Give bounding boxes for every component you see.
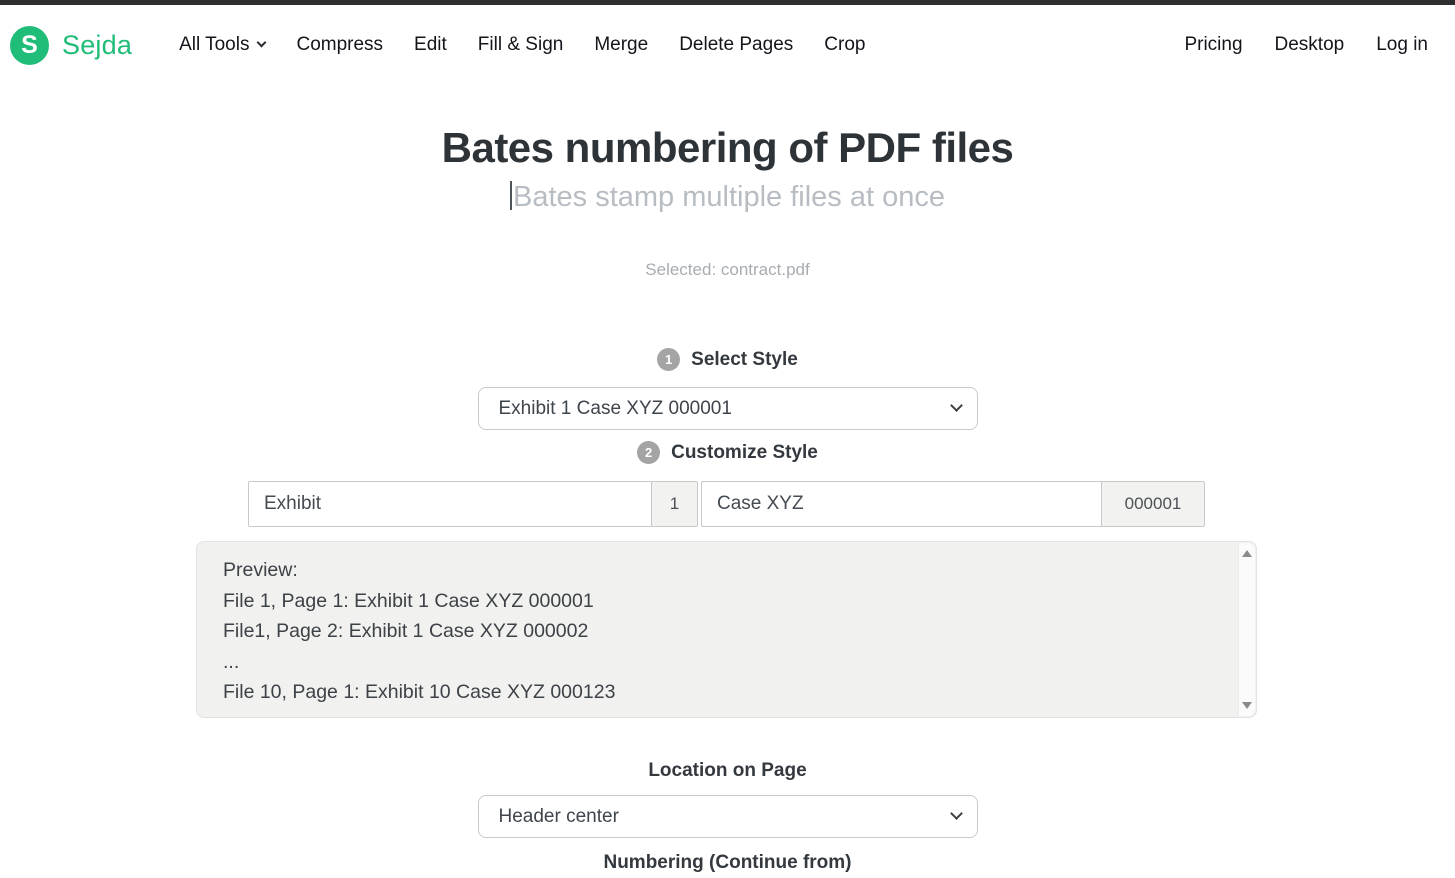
sejda-logo-icon: S xyxy=(10,26,49,65)
step-1-badge: 1 xyxy=(657,348,680,371)
nav-item-label: Delete Pages xyxy=(679,34,793,56)
preview-scrollbar[interactable] xyxy=(1238,543,1255,716)
middle-text-input[interactable] xyxy=(701,481,1102,527)
style-select-wrap: Exhibit 1 Case XYZ 000001 xyxy=(478,387,978,430)
step-2-badge: 2 xyxy=(637,441,660,464)
nav-item-compress[interactable]: Compress xyxy=(296,34,383,56)
text-cursor-icon xyxy=(510,181,512,210)
nav-item-delete-pages[interactable]: Delete Pages xyxy=(679,34,793,56)
preview-line: Preview: xyxy=(223,555,1216,586)
step-2-title: Customize Style xyxy=(671,442,818,464)
page-subtitle[interactable]: Bates stamp multiple files at once xyxy=(0,181,1455,214)
start-number-box: 1 xyxy=(651,481,698,527)
preview-box: Preview: File 1, Page 1: Exhibit 1 Case … xyxy=(196,541,1257,718)
page-title: Bates numbering of PDF files xyxy=(0,124,1455,172)
secondary-nav: Pricing Desktop Log in xyxy=(1184,34,1428,56)
nav-item-all-tools[interactable]: All Tools xyxy=(179,34,265,56)
preview-line: File 10, Page 1: Exhibit 10 Case XYZ 000… xyxy=(223,677,1216,708)
numbering-title: Numbering (Continue from) xyxy=(0,852,1455,874)
location-select[interactable]: Header center xyxy=(478,795,978,838)
navbar: S Sejda All Tools Compress Edit Fill & S… xyxy=(0,5,1455,85)
step-1-title: Select Style xyxy=(691,349,798,371)
nav-item-label: Merge xyxy=(594,34,648,56)
location-select-wrap: Header center xyxy=(478,795,978,838)
padded-counter-box: 000001 xyxy=(1101,481,1205,527)
selected-file-label: Selected: contract.pdf xyxy=(0,260,1455,280)
nav-item-edit[interactable]: Edit xyxy=(414,34,447,56)
subtitle-text: Bates stamp multiple files at once xyxy=(513,181,945,213)
step-1-heading: 1 Select Style xyxy=(0,348,1455,371)
brand-logo[interactable]: S Sejda xyxy=(10,26,132,65)
preview-line: ... xyxy=(223,647,1216,678)
nav-item-fill-sign[interactable]: Fill & Sign xyxy=(478,34,564,56)
style-select[interactable]: Exhibit 1 Case XYZ 000001 xyxy=(478,387,978,430)
nav-item-label: Crop xyxy=(824,34,865,56)
nav-item-label: Edit xyxy=(414,34,447,56)
chevron-down-icon xyxy=(257,38,267,48)
customize-style-row: 1 000001 xyxy=(248,481,1205,527)
nav-item-pricing[interactable]: Pricing xyxy=(1184,34,1242,56)
nav-item-label: Desktop xyxy=(1275,34,1345,56)
nav-item-desktop[interactable]: Desktop xyxy=(1275,34,1345,56)
nav-item-label: Compress xyxy=(296,34,383,56)
nav-item-crop[interactable]: Crop xyxy=(824,34,865,56)
step-2-heading: 2 Customize Style xyxy=(0,441,1455,464)
nav-item-label: Pricing xyxy=(1184,34,1242,56)
preview-line: File 1, Page 1: Exhibit 1 Case XYZ 00000… xyxy=(223,586,1216,617)
preview-line: File1, Page 2: Exhibit 1 Case XYZ 000002 xyxy=(223,616,1216,647)
nav-item-merge[interactable]: Merge xyxy=(594,34,648,56)
brand-name: Sejda xyxy=(62,30,132,61)
main-nav: All Tools Compress Edit Fill & Sign Merg… xyxy=(179,34,865,56)
scroll-up-icon[interactable] xyxy=(1242,550,1252,557)
scroll-down-icon[interactable] xyxy=(1242,702,1252,709)
nav-item-login[interactable]: Log in xyxy=(1376,34,1428,56)
nav-item-label: Fill & Sign xyxy=(478,34,564,56)
nav-item-label: Log in xyxy=(1376,34,1428,56)
location-on-page-title: Location on Page xyxy=(0,760,1455,782)
nav-item-label: All Tools xyxy=(179,34,249,56)
prefix-input[interactable] xyxy=(248,481,652,527)
